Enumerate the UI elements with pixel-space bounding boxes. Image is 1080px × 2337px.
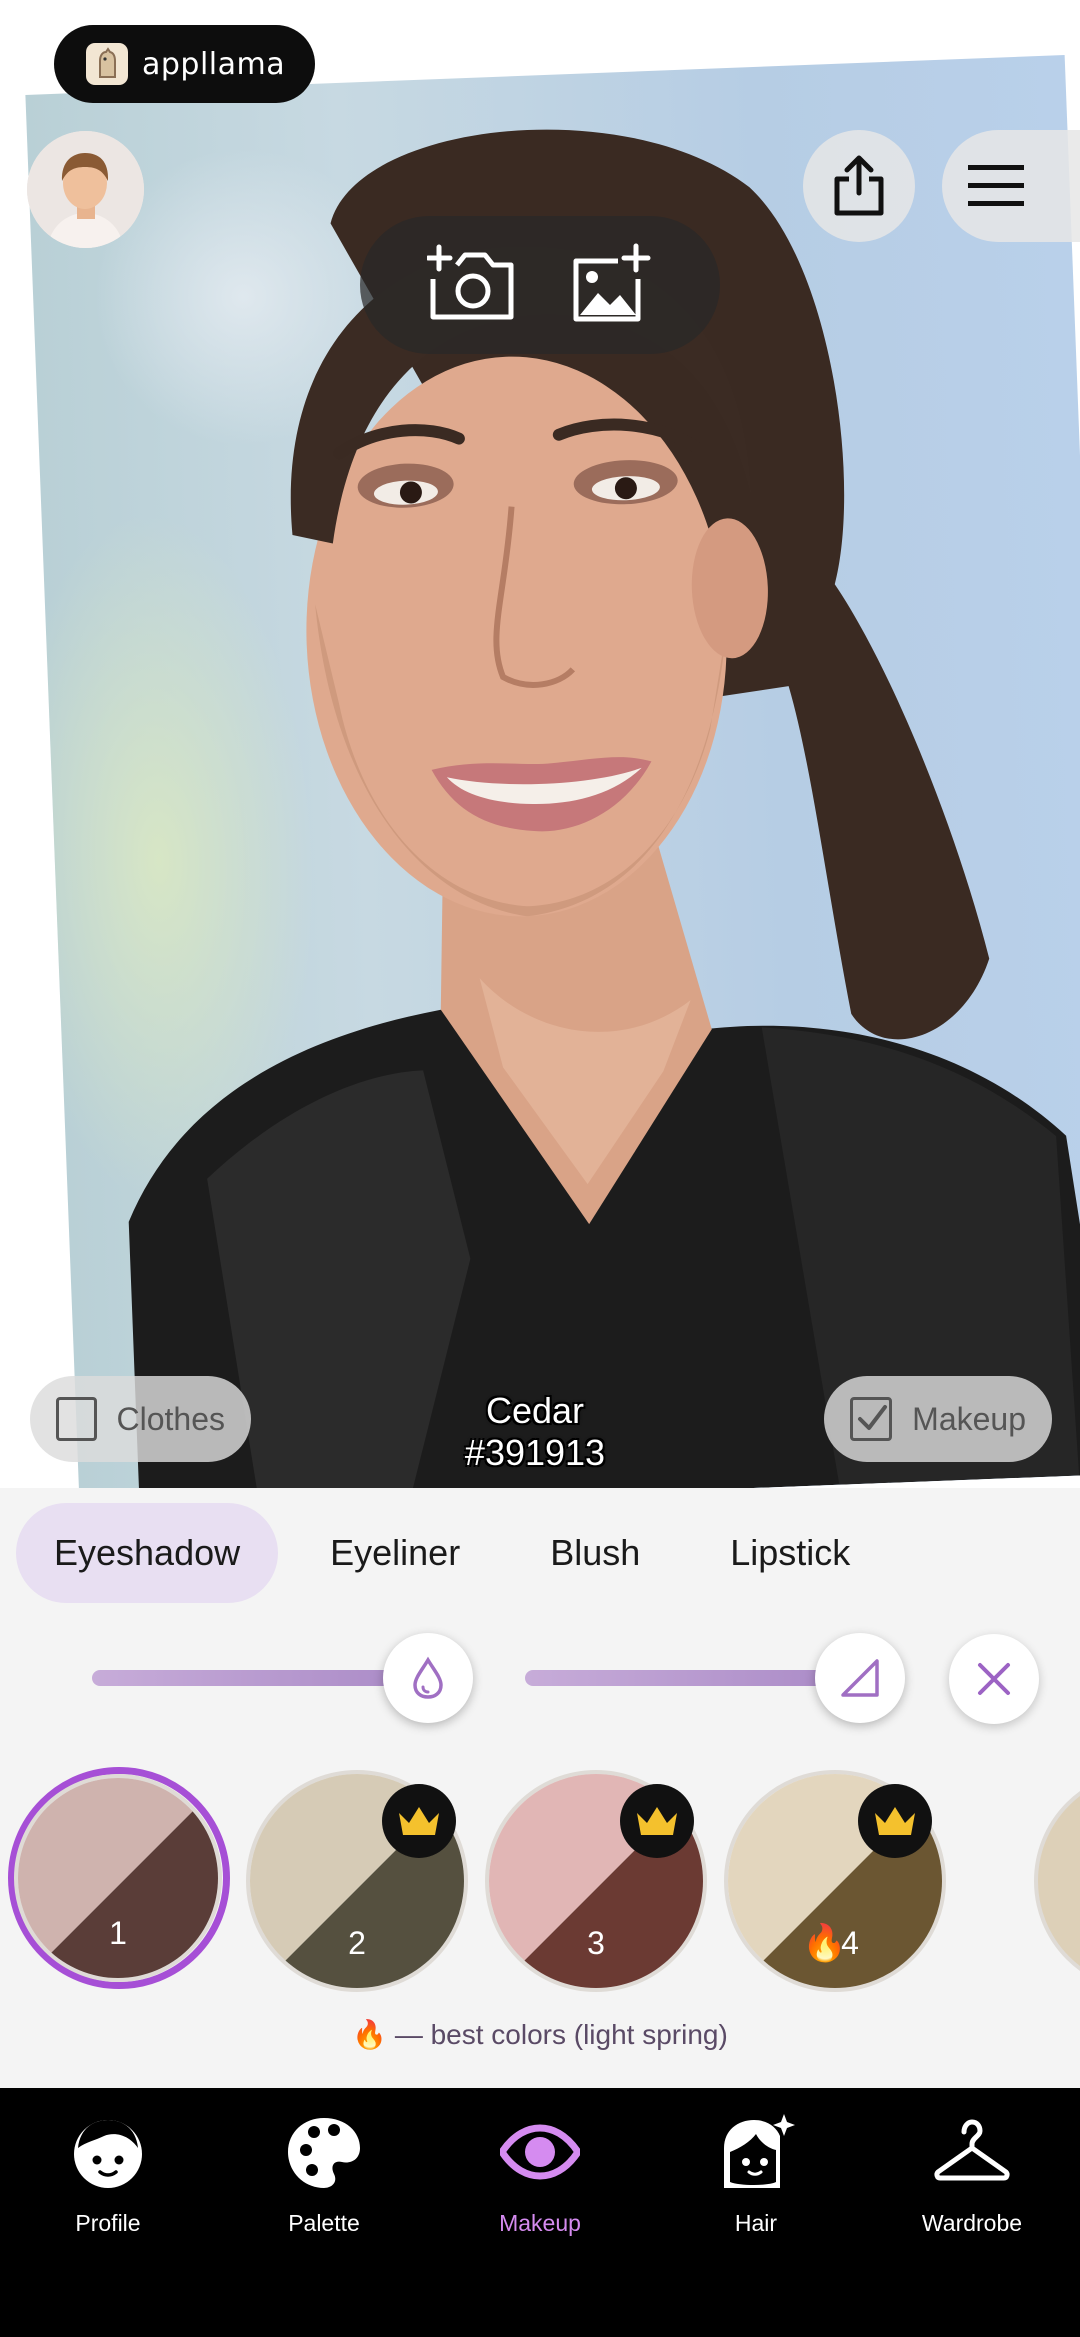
clothes-toggle[interactable]: Clothes [30,1376,251,1462]
add-image-icon [573,243,650,321]
premium-crown-icon [382,1784,456,1858]
nav-profile[interactable]: Profile [18,2112,198,2237]
color-hex: #391913 [464,1432,606,1473]
category-tabs: Eyeshadow Eyeliner Blush Lipstick [16,1503,902,1603]
add-camera-photo-button[interactable] [425,243,517,328]
clothes-checkbox[interactable] [56,1397,97,1441]
swatch-number: 1 [109,1915,127,1951]
add-gallery-photo-button[interactable] [570,243,654,328]
checkmark-icon [858,1405,887,1430]
drop-icon [413,1656,443,1699]
menu-button[interactable] [942,130,1080,242]
share-button[interactable] [803,130,915,242]
profile-avatar-button[interactable] [27,131,144,248]
brand-badge[interactable]: appllama [54,25,315,103]
color-name: Cedar [485,1390,585,1431]
makeup-checkbox[interactable] [850,1397,893,1441]
makeup-label: Makeup [912,1400,1026,1437]
shape-slider-track[interactable] [525,1670,865,1686]
intensity-slider-handle[interactable] [383,1633,473,1723]
intensity-slider-track[interactable] [92,1670,432,1686]
fire-icon: 🔥 [802,1922,847,1963]
hamburger-icon [968,165,1024,206]
nav-label: Wardrobe [921,2210,1023,2236]
nav-wardrobe[interactable]: Wardrobe [882,2112,1062,2237]
selected-color-label: Cedar #391913 [390,1390,680,1474]
hair-icon [724,2114,795,2188]
close-icon [978,1663,1010,1695]
best-colors-note: 🔥 — best colors (light spring) [352,2019,728,2050]
photo-source-bar [360,216,720,354]
clothes-label: Clothes [116,1400,226,1437]
tab-lipstick[interactable]: Lipstick [692,1503,888,1603]
tab-eyeliner[interactable]: Eyeliner [292,1503,498,1603]
swatch-number: 2 [348,1925,366,1961]
palette-icon [288,2118,360,2188]
app-root: appllama Clothes Cedar #391913 Makeup Ey… [0,0,1080,2337]
tab-eyeshadow[interactable]: Eyeshadow [16,1503,279,1603]
swatch-1[interactable]: 1 [14,1774,222,1982]
triangle-icon [841,1659,879,1697]
close-button[interactable] [949,1634,1039,1724]
shape-slider-handle[interactable] [815,1633,905,1723]
nav-label: Hair [734,2210,778,2236]
hanger-icon [934,2119,1010,2181]
add-camera-icon [425,244,513,319]
bottom-navigation: Profile Palette Makeup Hair Wardrobe [0,2088,1080,2337]
swatch-number: 3 [587,1925,605,1961]
premium-crown-icon [858,1784,932,1858]
nav-label: Makeup [499,2210,581,2236]
premium-crown-icon [620,1784,694,1858]
nav-makeup[interactable]: Makeup [450,2112,630,2237]
nav-label: Profile [75,2210,141,2236]
tab-blush[interactable]: Blush [512,1503,678,1603]
share-icon [834,155,884,216]
nav-hair[interactable]: Hair [666,2112,846,2237]
eye-icon [500,2124,580,2180]
nav-palette[interactable]: Palette [234,2112,414,2237]
brand-name: appllama [142,46,286,82]
llama-logo-icon [86,43,128,85]
nav-label: Palette [288,2210,360,2236]
face-icon [74,2120,142,2188]
avatar-icon [27,131,144,248]
makeup-toggle[interactable]: Makeup [824,1376,1052,1462]
